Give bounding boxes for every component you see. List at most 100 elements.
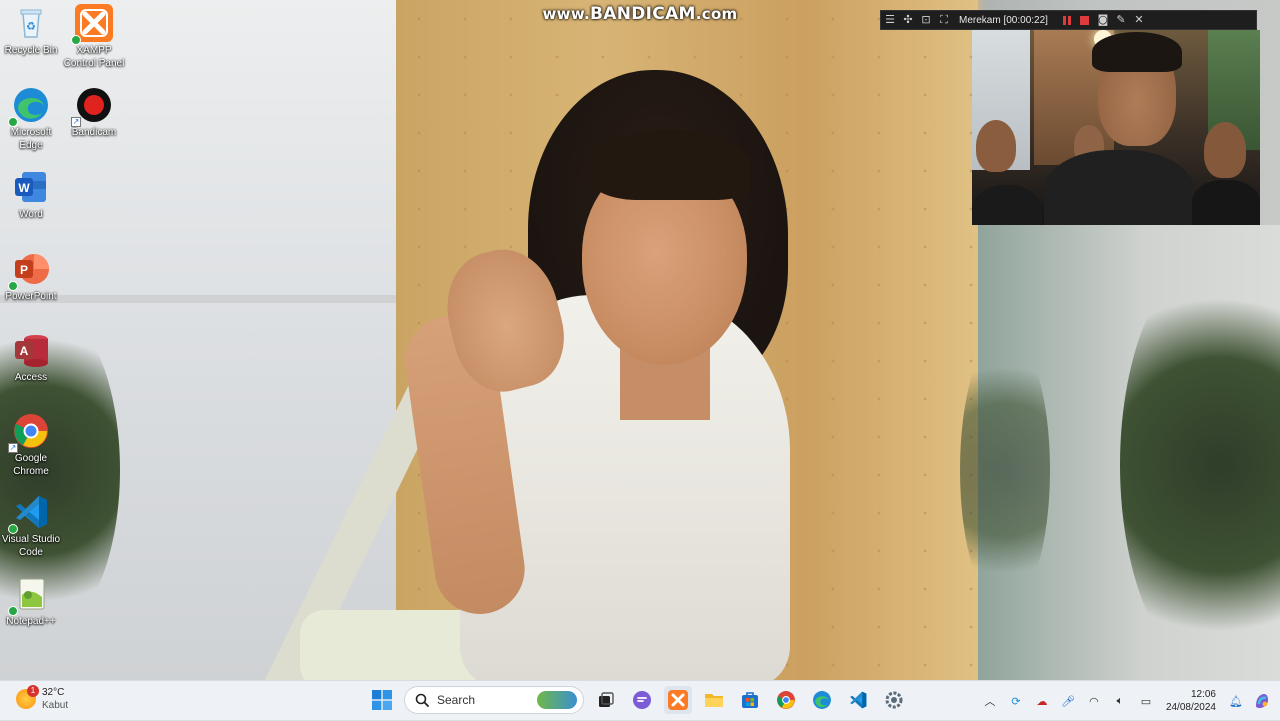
weather-widget[interactable]: 1 32°C Kabut [16, 685, 69, 712]
chevron-up-icon[interactable]: ︿ [980, 691, 1000, 711]
vscode-icon [850, 691, 867, 709]
task-view-button[interactable] [592, 686, 620, 714]
xampp-taskbar-button[interactable] [664, 686, 692, 714]
copilot-icon[interactable] [1252, 691, 1272, 711]
weather-badge: 1 [27, 685, 39, 697]
pencil-icon[interactable]: ✎ [1112, 11, 1130, 29]
stop-icon[interactable] [1076, 15, 1094, 25]
desktop-icon-label: Word [19, 209, 43, 220]
region-icon[interactable]: ⊡ [917, 11, 935, 29]
wallpaper-person [254, 70, 820, 680]
settings-icon [885, 691, 903, 709]
notepadpp-icon [8, 575, 50, 616]
battery-icon[interactable]: ▭ [1136, 691, 1156, 711]
file-explorer-icon [705, 694, 723, 707]
sync-check-icon [71, 35, 81, 45]
webcam-overlay [972, 30, 1260, 225]
recording-status: Merekam [00:00:22] [959, 14, 1048, 26]
taskbar-search[interactable]: Search [404, 686, 584, 714]
weather-sun-icon: 1 [16, 685, 39, 709]
chrome-icon [777, 691, 795, 709]
microphone-icon[interactable]: 🎤︎ [1058, 691, 1078, 711]
chrome-icon: ↗ [8, 412, 50, 453]
pause-icon[interactable] [1058, 15, 1076, 25]
search-placeholder: Search [437, 693, 476, 707]
wallpaper-bangs [590, 130, 750, 200]
clock-date: 24/08/2024 [1165, 702, 1216, 713]
chrome-taskbar-button[interactable] [772, 686, 800, 714]
svg-text:A: A [20, 344, 29, 358]
weather-description: Kabut [42, 700, 69, 711]
desktop-icon-bandicam[interactable]: ↗ Bandicam [61, 86, 127, 139]
desktop-icon-word[interactable]: W Word [0, 168, 64, 221]
chat-icon [633, 691, 651, 709]
desktop-icon-label: XAMPP Control Panel [63, 45, 125, 69]
fullscreen-icon[interactable]: ⛶ [935, 11, 953, 29]
desktop-icon-label: Google Chrome [13, 453, 49, 477]
desktop-icon-label: Notepad++ [6, 616, 56, 627]
desktop-icon-vscode[interactable]: Visual Studio Code [0, 493, 64, 559]
xampp-icon [71, 4, 113, 45]
sync-check-icon [8, 281, 18, 291]
vscode-icon [8, 493, 50, 534]
edge-icon [813, 691, 831, 709]
desktop-icon-label: Access [14, 372, 48, 383]
resize-icon[interactable]: ✣ [899, 11, 917, 29]
powerpoint-icon: P [8, 250, 50, 291]
desktop-icon-label: PowerPoint [5, 291, 57, 302]
webcam-person-right-body [1192, 180, 1260, 225]
desktop-icon-notepadpp[interactable]: Notepad++ [0, 575, 64, 628]
task-view-icon [599, 692, 614, 707]
notification-bell-icon[interactable]: 🔔︎ [1226, 691, 1246, 711]
clock-time: 12:06 [1190, 689, 1216, 700]
webcam-person-right [1204, 122, 1246, 178]
sync-check-icon [8, 117, 18, 127]
wifi-icon[interactable]: ◠ [1084, 691, 1104, 711]
shortcut-arrow-icon: ↗ [8, 443, 18, 453]
vscode-taskbar-button[interactable] [844, 686, 872, 714]
sync-icon[interactable]: ⟳ [1006, 691, 1026, 711]
store-button[interactable] [736, 686, 764, 714]
recycle-bin-icon: ♻ [12, 4, 50, 42]
webcam-person-left [976, 120, 1016, 172]
webcam-person-main-hair [1092, 32, 1182, 72]
desktop-icon-label: Visual Studio Code [1, 534, 61, 558]
webcam-person-main-body [1044, 150, 1194, 225]
desktop-icon-label: Recycle Bin [4, 45, 58, 56]
desktop-icon-recycle-bin[interactable]: ♻ Recycle Bin [0, 4, 64, 57]
windows-logo-icon [372, 690, 392, 710]
camera-icon[interactable]: ◙ [1094, 11, 1112, 29]
weather-temperature: 32°C [42, 687, 65, 698]
cloud-alert-icon[interactable]: ☁ [1032, 691, 1052, 711]
volume-icon[interactable]: 🔈︎ [1110, 691, 1130, 711]
desktop-icon-edge[interactable]: Microsoft Edge [0, 86, 64, 152]
svg-text:♻: ♻ [26, 20, 36, 33]
desktop-icon-xampp[interactable]: XAMPP Control Panel [61, 4, 127, 70]
xampp-icon [668, 690, 688, 710]
desktop-icon-powerpoint[interactable]: P PowerPoint [0, 250, 64, 303]
svg-text:P: P [20, 263, 28, 277]
desktop-icon-chrome[interactable]: ↗ Google Chrome [0, 412, 64, 478]
search-icon [415, 693, 429, 707]
edge-taskbar-button[interactable] [808, 686, 836, 714]
word-icon: W [12, 168, 50, 206]
bandicam-recorder-bar: ☰ ✣ ⊡ ⛶ Merekam [00:00:22] ◙ ✎ ✕ [880, 10, 1257, 30]
settings-taskbar-button[interactable] [880, 686, 908, 714]
search-highlight-icon [537, 691, 577, 709]
webcam-person-left-body [972, 185, 1042, 225]
desktop-icon-access[interactable]: A Access [0, 331, 64, 384]
taskbar-clock[interactable]: 12:06 24/08/2024 [1166, 688, 1216, 714]
bandicam-icon: ↗ [71, 86, 113, 127]
shortcut-arrow-icon: ↗ [71, 117, 81, 127]
close-icon[interactable]: ✕ [1130, 11, 1148, 29]
chat-button[interactable] [628, 686, 656, 714]
start-button[interactable] [368, 686, 396, 714]
svg-text:W: W [18, 181, 30, 195]
menu-icon[interactable]: ☰ [881, 11, 899, 29]
store-icon [742, 692, 758, 708]
taskbar: 1 32°C Kabut Search ︿ ⟳ ☁ 🎤︎ ◠ 🔈︎ ▭ 12:0… [0, 680, 1280, 720]
desktop-icon-label: Bandicam [71, 127, 117, 138]
file-explorer-button[interactable] [700, 686, 728, 714]
sync-check-icon [8, 524, 18, 534]
taskbar-apps: Search [368, 686, 908, 714]
